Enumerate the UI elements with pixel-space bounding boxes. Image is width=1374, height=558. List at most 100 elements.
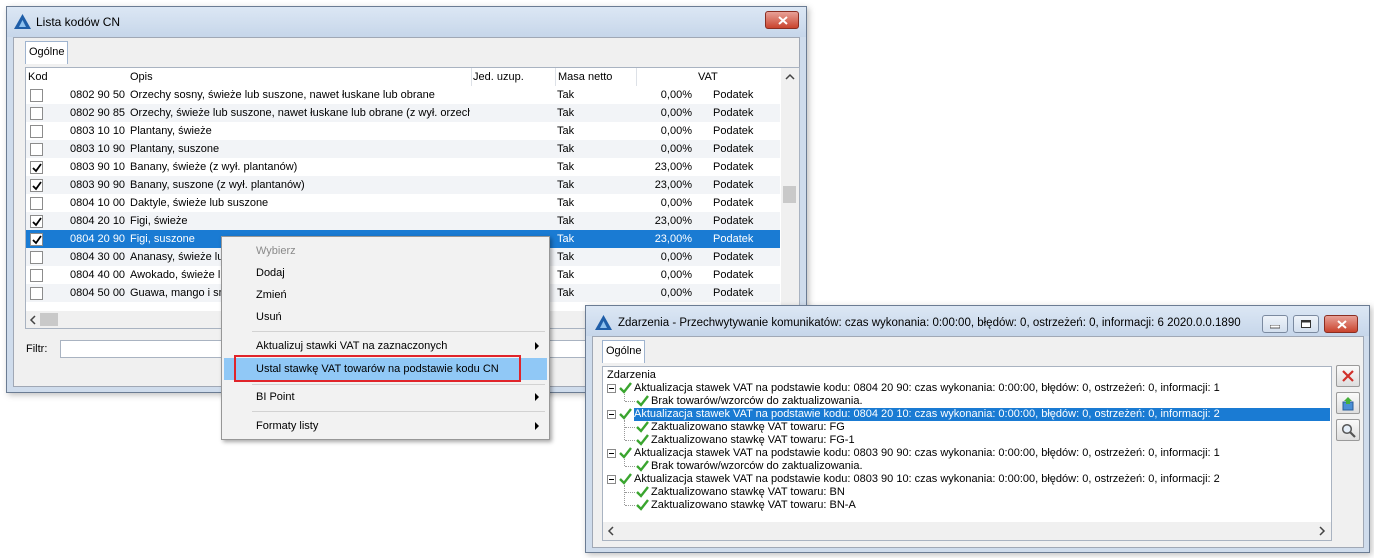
- tree-group-node[interactable]: Aktualizacja stawek VAT na podstawie kod…: [634, 382, 1220, 395]
- menu-item-formaty-listy[interactable]: Formaty listy: [224, 415, 547, 437]
- scroll-left-icon[interactable]: [607, 526, 614, 536]
- table-row[interactable]: 0804 20 10 Figi, świeże Tak 23,00% Podatek: [26, 212, 780, 230]
- vertical-scrollbar[interactable]: [781, 68, 799, 309]
- col-header-jed-uzup[interactable]: Jed. uzup.: [473, 68, 524, 86]
- tab-ogolne-events[interactable]: Ogólne: [602, 340, 646, 363]
- search-button[interactable]: [1336, 419, 1360, 441]
- tree-child-node[interactable]: Zaktualizowano stawkę VAT towaru: FG-1: [651, 434, 855, 447]
- row-checkbox[interactable]: [30, 107, 43, 120]
- tab-ogolne[interactable]: Ogólne: [25, 41, 69, 64]
- cell-masa: Tak: [557, 161, 575, 173]
- scroll-right-icon[interactable]: [1319, 526, 1326, 536]
- row-checkbox[interactable]: [30, 251, 43, 264]
- row-checkbox[interactable]: [30, 179, 43, 192]
- cell-type: Podatek: [713, 287, 754, 299]
- delete-button[interactable]: [1336, 365, 1360, 387]
- tree-expander[interactable]: [607, 449, 616, 458]
- menu-item-usun[interactable]: Usuń: [224, 306, 547, 328]
- tree-expander[interactable]: [607, 384, 616, 393]
- cell-masa: Tak: [557, 197, 575, 209]
- cell-type: Podatek: [713, 197, 754, 209]
- tree-group-node[interactable]: Aktualizacja stawek VAT na podstawie kod…: [634, 408, 1330, 421]
- row-checkbox[interactable]: [30, 143, 43, 156]
- minimize-button[interactable]: [1262, 315, 1288, 333]
- maximize-button[interactable]: [1293, 315, 1319, 333]
- events-window-body: Ogólne Zdarzenia Aktualizacja stawek VAT…: [592, 336, 1364, 548]
- row-checkbox[interactable]: [30, 161, 43, 174]
- table-row[interactable]: 0803 10 10 Plantany, świeże Tak 0,00% Podate…: [26, 122, 780, 140]
- row-checkbox[interactable]: [30, 125, 43, 138]
- vertical-scroll-thumb[interactable]: [783, 186, 796, 203]
- tree-expander[interactable]: [607, 410, 616, 419]
- cell-code: 0803 90 10: [70, 161, 126, 173]
- checkmark-icon: [32, 181, 42, 191]
- table-row[interactable]: 0804 10 00 Daktyle, świeże lub suszone Tak…: [26, 194, 780, 212]
- row-checkbox[interactable]: [30, 233, 43, 246]
- tree-child-node[interactable]: Zaktualizowano stawkę VAT towaru: BN: [651, 486, 845, 499]
- cell-vat: 0,00%: [660, 143, 692, 155]
- scroll-left-icon[interactable]: [29, 315, 36, 325]
- tree-group-node[interactable]: Aktualizacja stawek VAT na podstawie kod…: [634, 447, 1220, 460]
- cell-masa: Tak: [557, 143, 575, 155]
- menu-item-dodaj[interactable]: Dodaj: [224, 262, 547, 284]
- menu-item-zmien[interactable]: Zmień: [224, 284, 547, 306]
- row-checkbox[interactable]: [30, 269, 43, 282]
- events-close-button[interactable]: [1324, 315, 1358, 333]
- events-window: Zdarzenia - Przechwytywanie komunikatów:…: [585, 305, 1370, 553]
- tree-group-node[interactable]: Aktualizacja stawek VAT na podstawie kod…: [634, 473, 1220, 486]
- menu-item-bi-point[interactable]: BI Point: [224, 386, 547, 408]
- events-window-title: Zdarzenia - Przechwytywanie komunikatów:…: [618, 317, 1241, 329]
- cell-type: Podatek: [713, 107, 754, 119]
- table-row[interactable]: 0802 90 85 Orzechy, świeże lub suszone, n…: [26, 104, 780, 122]
- cell-type: Podatek: [713, 125, 754, 137]
- cell-desc: Orzechy sosny, świeże lub suszone, nawet…: [130, 89, 435, 101]
- horizontal-scroll-thumb[interactable]: [40, 313, 58, 326]
- close-icon: [1337, 320, 1347, 329]
- checkmark-icon: [619, 473, 632, 485]
- cell-masa: Tak: [557, 125, 575, 137]
- cell-masa: Tak: [557, 179, 575, 191]
- col-header-masa-netto[interactable]: Masa netto: [558, 68, 612, 86]
- app-logo-icon: [14, 14, 31, 29]
- cell-code: 0803 10 10: [70, 125, 126, 137]
- tree-expander[interactable]: [607, 475, 616, 484]
- row-checkbox[interactable]: [30, 197, 43, 210]
- events-horizontal-scrollbar[interactable]: [603, 522, 1331, 540]
- table-row[interactable]: 0803 10 90 Plantany, suszone Tak 0,00% Podat…: [26, 140, 780, 158]
- checkmark-icon: [636, 434, 649, 446]
- cell-code: 0804 20 10: [70, 215, 126, 227]
- cell-vat: 0,00%: [660, 89, 692, 101]
- row-checkbox[interactable]: [30, 215, 43, 228]
- checkmark-icon: [32, 163, 42, 173]
- row-checkbox[interactable]: [30, 287, 43, 300]
- submenu-arrow-icon: [535, 393, 539, 401]
- tree-child-node[interactable]: Brak towarów/wzorców do zaktualizowania.: [651, 395, 863, 408]
- table-row[interactable]: 0803 90 10 Banany, świeże (z wył. plantan…: [26, 158, 780, 176]
- table-row[interactable]: 0802 90 50 Orzechy sosny, świeże lub susz…: [26, 86, 780, 104]
- col-header-vat[interactable]: VAT: [698, 68, 718, 86]
- export-icon: [1342, 397, 1354, 411]
- cell-code: 0803 10 90: [70, 143, 126, 155]
- cell-desc: Banany, świeże (z wył. plantanów): [130, 161, 298, 173]
- cell-vat: 0,00%: [660, 287, 692, 299]
- menu-item-aktualizuj-stawki-vat[interactable]: Aktualizuj stawki VAT na zaznaczonych: [224, 335, 547, 357]
- cn-window-titlebar[interactable]: Lista kodów CN: [7, 7, 806, 37]
- events-window-titlebar[interactable]: Zdarzenia - Przechwytywanie komunikatów:…: [586, 306, 1369, 336]
- checkmark-icon: [32, 217, 42, 227]
- row-checkbox[interactable]: [30, 89, 43, 102]
- export-button[interactable]: [1336, 392, 1360, 414]
- col-header-opis[interactable]: Opis: [130, 68, 153, 86]
- checkmark-icon: [619, 382, 632, 394]
- menu-item-wybierz[interactable]: Wybierz: [224, 240, 547, 262]
- cell-vat: 0,00%: [660, 107, 692, 119]
- cell-vat: 0,00%: [660, 251, 692, 263]
- cn-close-button[interactable]: [765, 11, 799, 29]
- cell-code: 0802 90 50: [70, 89, 126, 101]
- tree-child-node[interactable]: Zaktualizowano stawkę VAT towaru: FG: [651, 421, 845, 434]
- minimize-icon: [1270, 325, 1280, 329]
- scroll-up-icon[interactable]: [785, 73, 795, 80]
- tree-child-node[interactable]: Zaktualizowano stawkę VAT towaru: BN-A: [651, 499, 856, 512]
- table-row[interactable]: 0803 90 90 Banany, suszone (z wył. planta…: [26, 176, 780, 194]
- col-header-kod[interactable]: Kod: [28, 68, 48, 86]
- tree-child-node[interactable]: Brak towarów/wzorców do zaktualizowania.: [651, 460, 863, 473]
